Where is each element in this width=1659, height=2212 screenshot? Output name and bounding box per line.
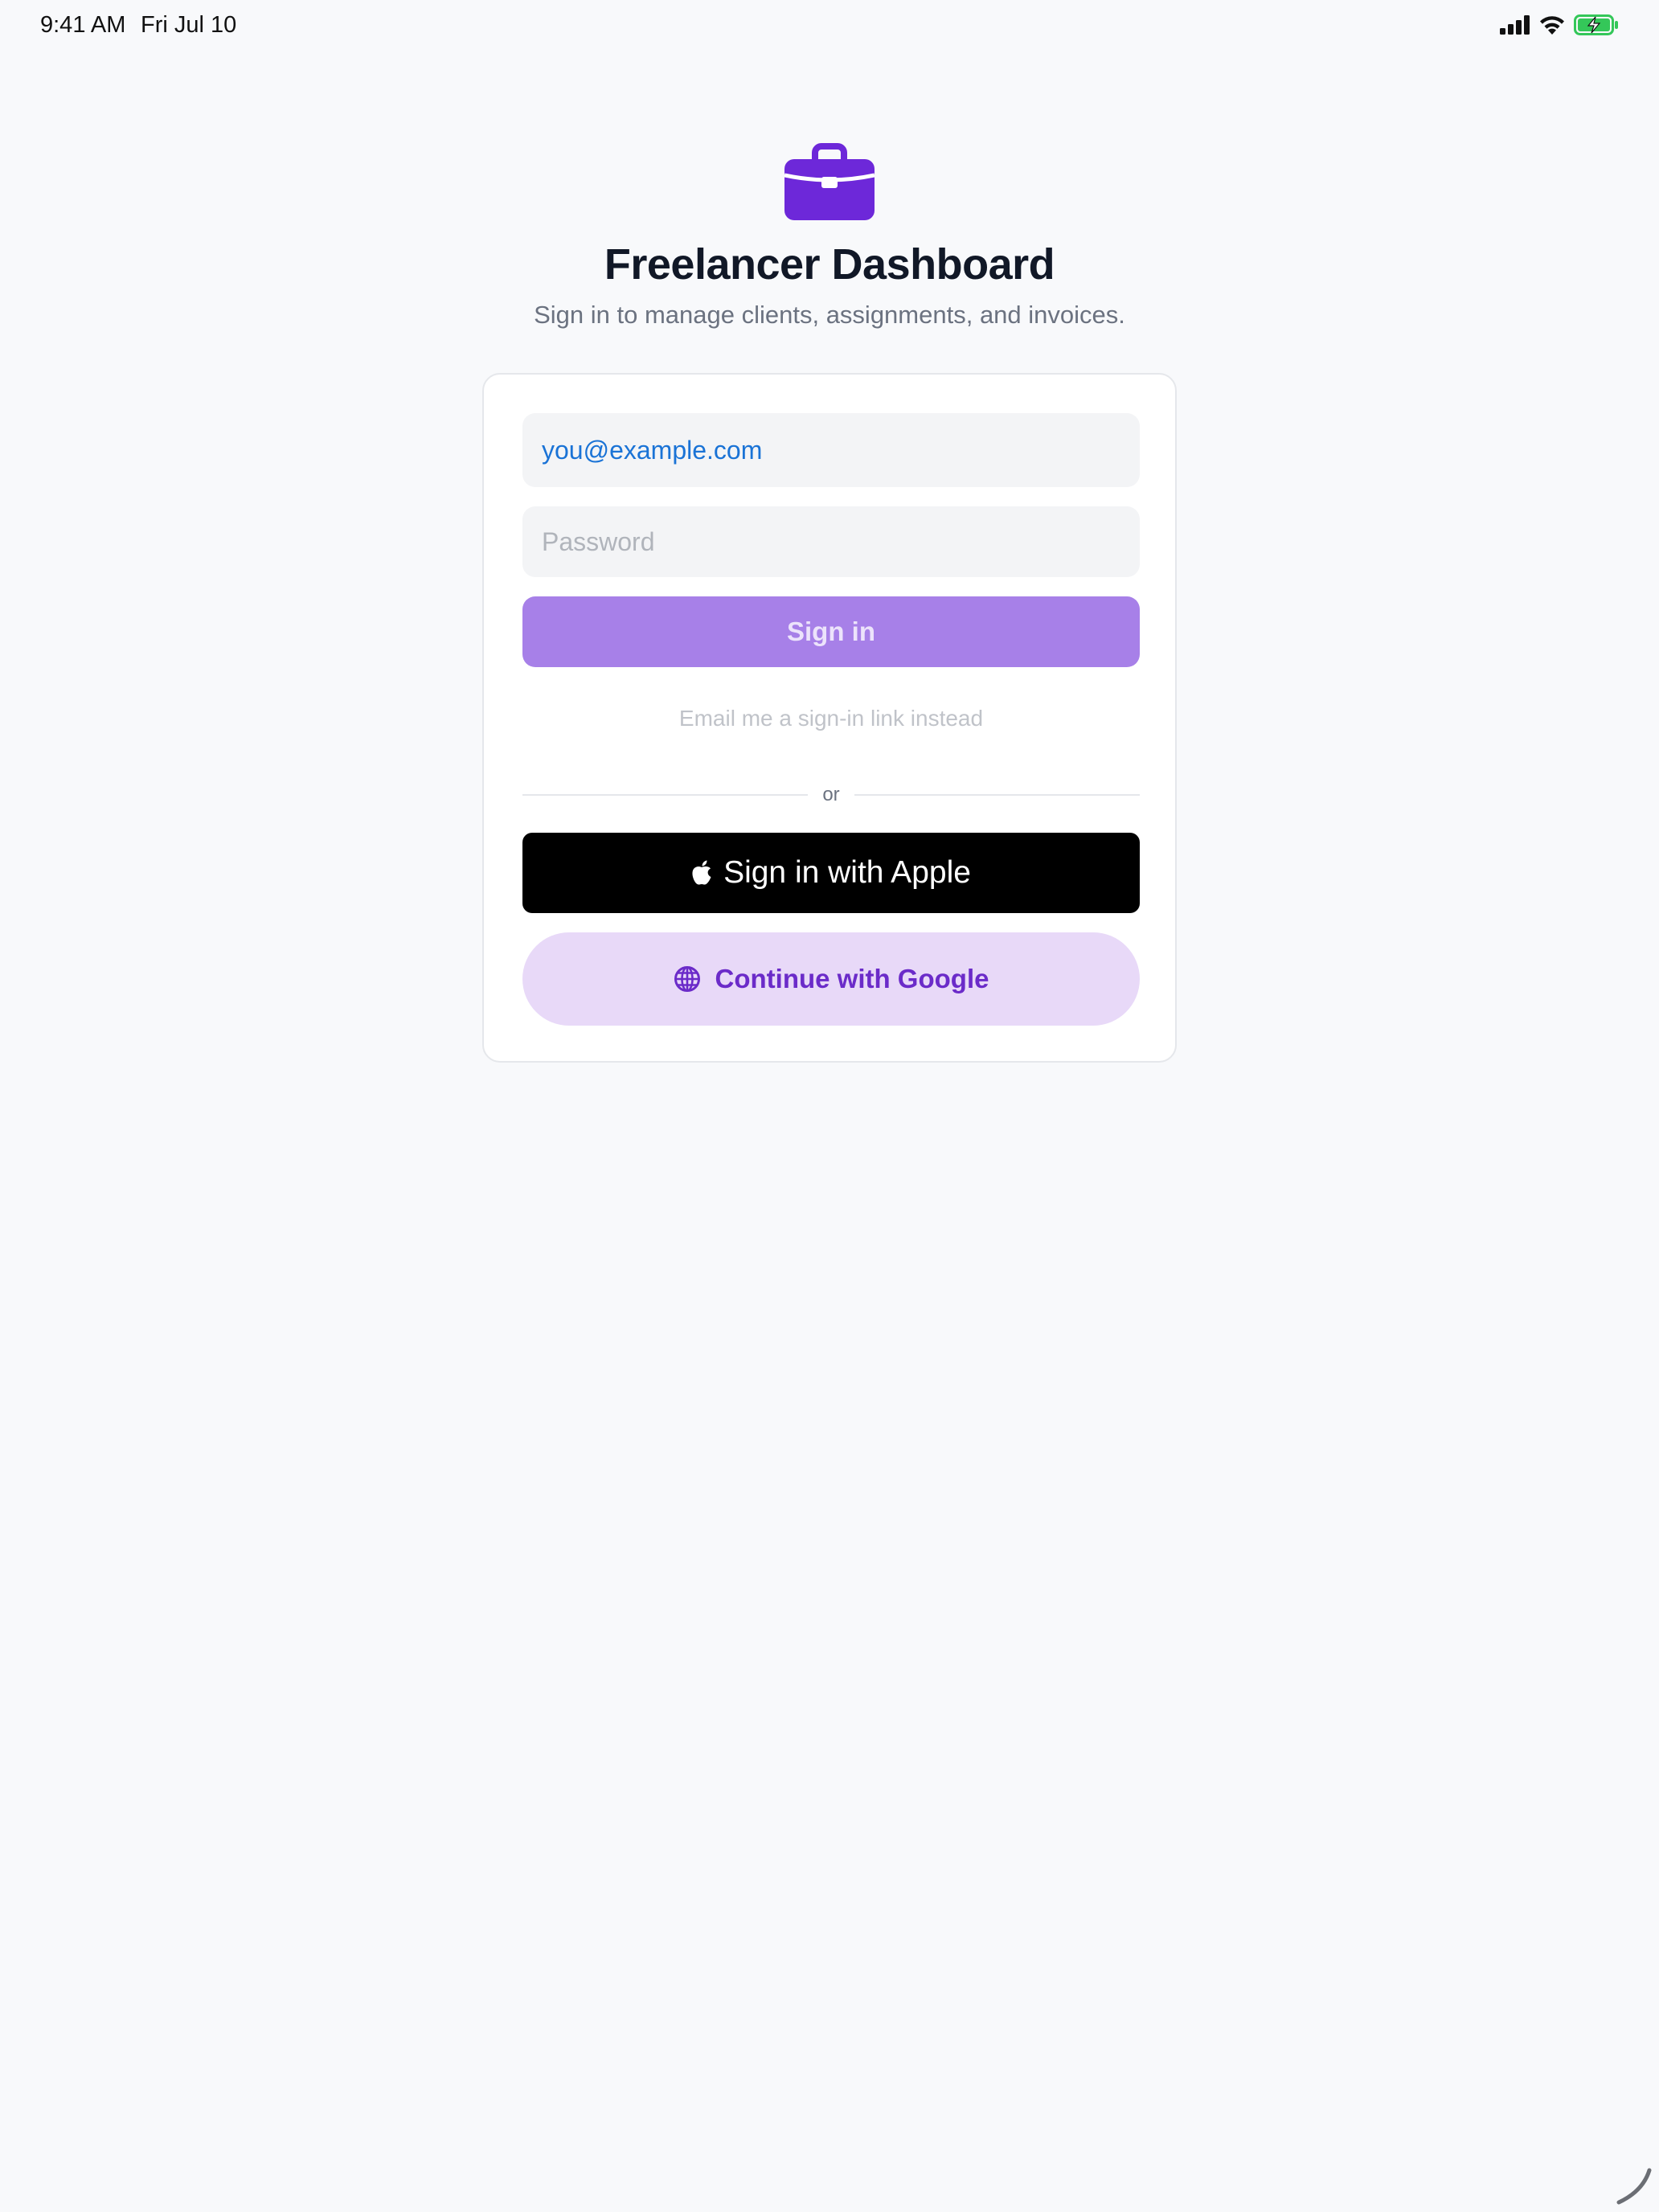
status-bar: 9:41 AM Fri Jul 10 <box>0 0 1659 51</box>
divider-line-right <box>854 794 1140 796</box>
or-divider: or <box>522 783 1140 807</box>
google-button-label: Continue with Google <box>715 964 989 993</box>
continue-with-google-button[interactable]: Continue with Google <box>522 932 1140 1026</box>
divider-line-left <box>522 794 809 796</box>
status-date: Fri Jul 10 <box>141 12 237 38</box>
page-subtitle: Sign in to manage clients, assignments, … <box>534 301 1125 329</box>
wifi-icon <box>1538 14 1566 35</box>
status-icons <box>1500 14 1619 35</box>
pointer-indicator-icon <box>1614 2167 1653 2206</box>
globe-icon <box>674 965 701 993</box>
sign-in-with-apple-button[interactable]: Sign in with Apple <box>522 833 1140 913</box>
signin-button[interactable]: Sign in <box>522 596 1140 667</box>
page-title: Freelancer Dashboard <box>604 240 1055 289</box>
battery-charging-icon <box>1574 14 1619 35</box>
header: Freelancer Dashboard Sign in to manage c… <box>0 143 1659 330</box>
status-time: 9:41 AM <box>40 12 126 38</box>
signin-card: Sign in Email me a sign-in link instead … <box>482 373 1177 1063</box>
apple-logo-icon <box>691 860 712 886</box>
apple-button-label: Sign in with Apple <box>723 855 971 890</box>
signin-button-label: Sign in <box>787 616 875 646</box>
password-field[interactable] <box>522 506 1140 577</box>
divider-label: or <box>822 784 840 805</box>
email-field[interactable] <box>522 413 1140 487</box>
email-signin-link[interactable]: Email me a sign-in link instead <box>522 706 1140 731</box>
briefcase-icon <box>0 143 1659 220</box>
cellular-signal-icon <box>1500 15 1530 35</box>
